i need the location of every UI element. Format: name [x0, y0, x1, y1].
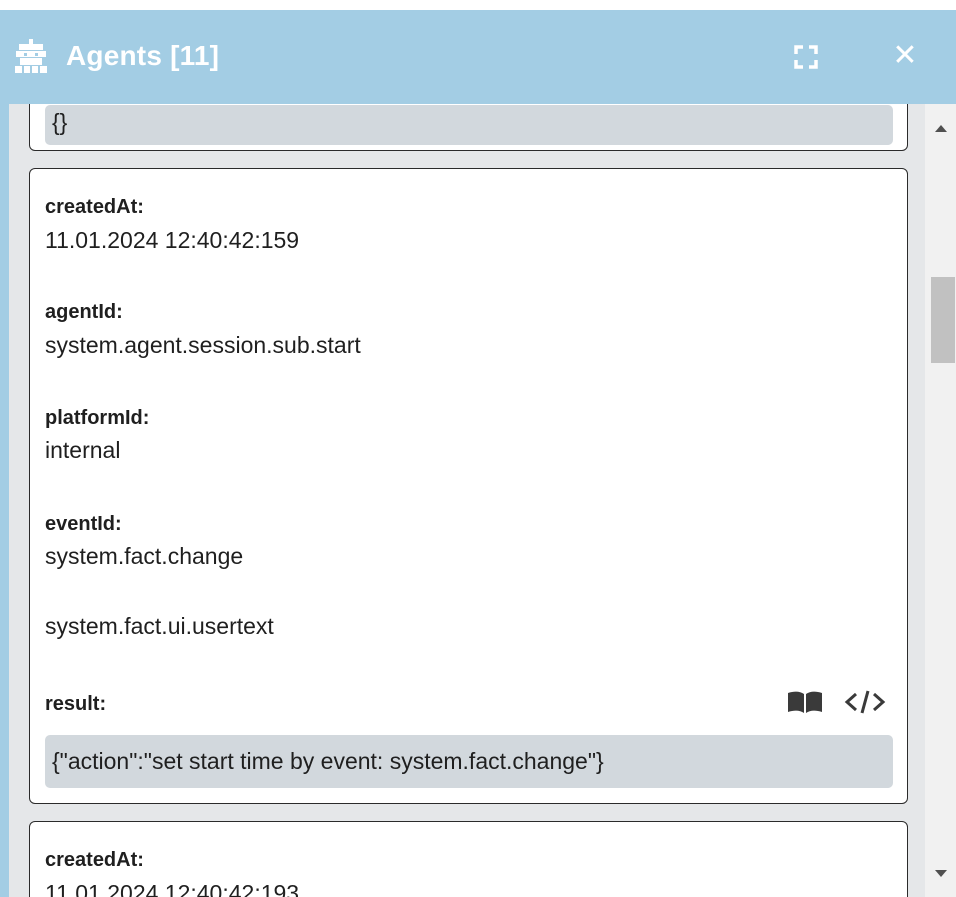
event-id-label: eventId:: [45, 513, 122, 535]
result-label: result:: [45, 693, 107, 715]
payload-value: {}: [52, 109, 68, 135]
created-at-value: 11.01.2024 12:40:42:159: [45, 227, 300, 253]
log-entry: createdAt: 11.01.2024 12:40:42:159 agent…: [29, 168, 908, 804]
scroll-down-arrow-icon[interactable]: [925, 864, 956, 884]
title-bar: Agents [11] ✕: [0, 10, 956, 104]
platform-id-value: internal: [45, 437, 121, 463]
window-title: Agents [11]: [66, 40, 220, 71]
fullscreen-icon[interactable]: [792, 43, 820, 71]
log-entry-next: createdAt: 11.01.2024 12:40:42:193: [29, 821, 908, 897]
created-at-value: 11.01.2024 12:40:42:193: [45, 880, 300, 897]
created-at-label: createdAt:: [45, 196, 144, 218]
close-icon[interactable]: ✕: [888, 36, 922, 76]
platform-id-label: platformId:: [45, 407, 150, 429]
agents-dialog: Agents [11] ✕ {} createdAt: 11.01.2024 1…: [0, 0, 956, 897]
result-value: {"action":"set start time by event: syst…: [52, 748, 604, 774]
agent-log-list[interactable]: {} createdAt: 11.01.2024 12:40:42:159 ag…: [9, 104, 925, 897]
robot-agents-icon: [15, 39, 47, 73]
payload-code-box: {}: [45, 105, 893, 145]
vertical-scrollbar[interactable]: [925, 104, 956, 897]
book-icon[interactable]: [786, 689, 824, 715]
left-accent-bar: [0, 104, 9, 897]
scroll-up-arrow-icon[interactable]: [925, 118, 956, 138]
event-id-value-secondary: system.fact.ui.usertext: [45, 613, 274, 639]
agent-id-value: system.agent.session.sub.start: [45, 332, 361, 358]
code-icon[interactable]: [844, 689, 886, 715]
scroll-thumb[interactable]: [931, 277, 955, 363]
result-code-box: {"action":"set start time by event: syst…: [45, 735, 893, 788]
created-at-label: createdAt:: [45, 849, 144, 871]
event-id-value: system.fact.change: [45, 543, 244, 569]
log-entry-previous: {}: [29, 104, 908, 151]
agent-id-label: agentId:: [45, 301, 123, 323]
